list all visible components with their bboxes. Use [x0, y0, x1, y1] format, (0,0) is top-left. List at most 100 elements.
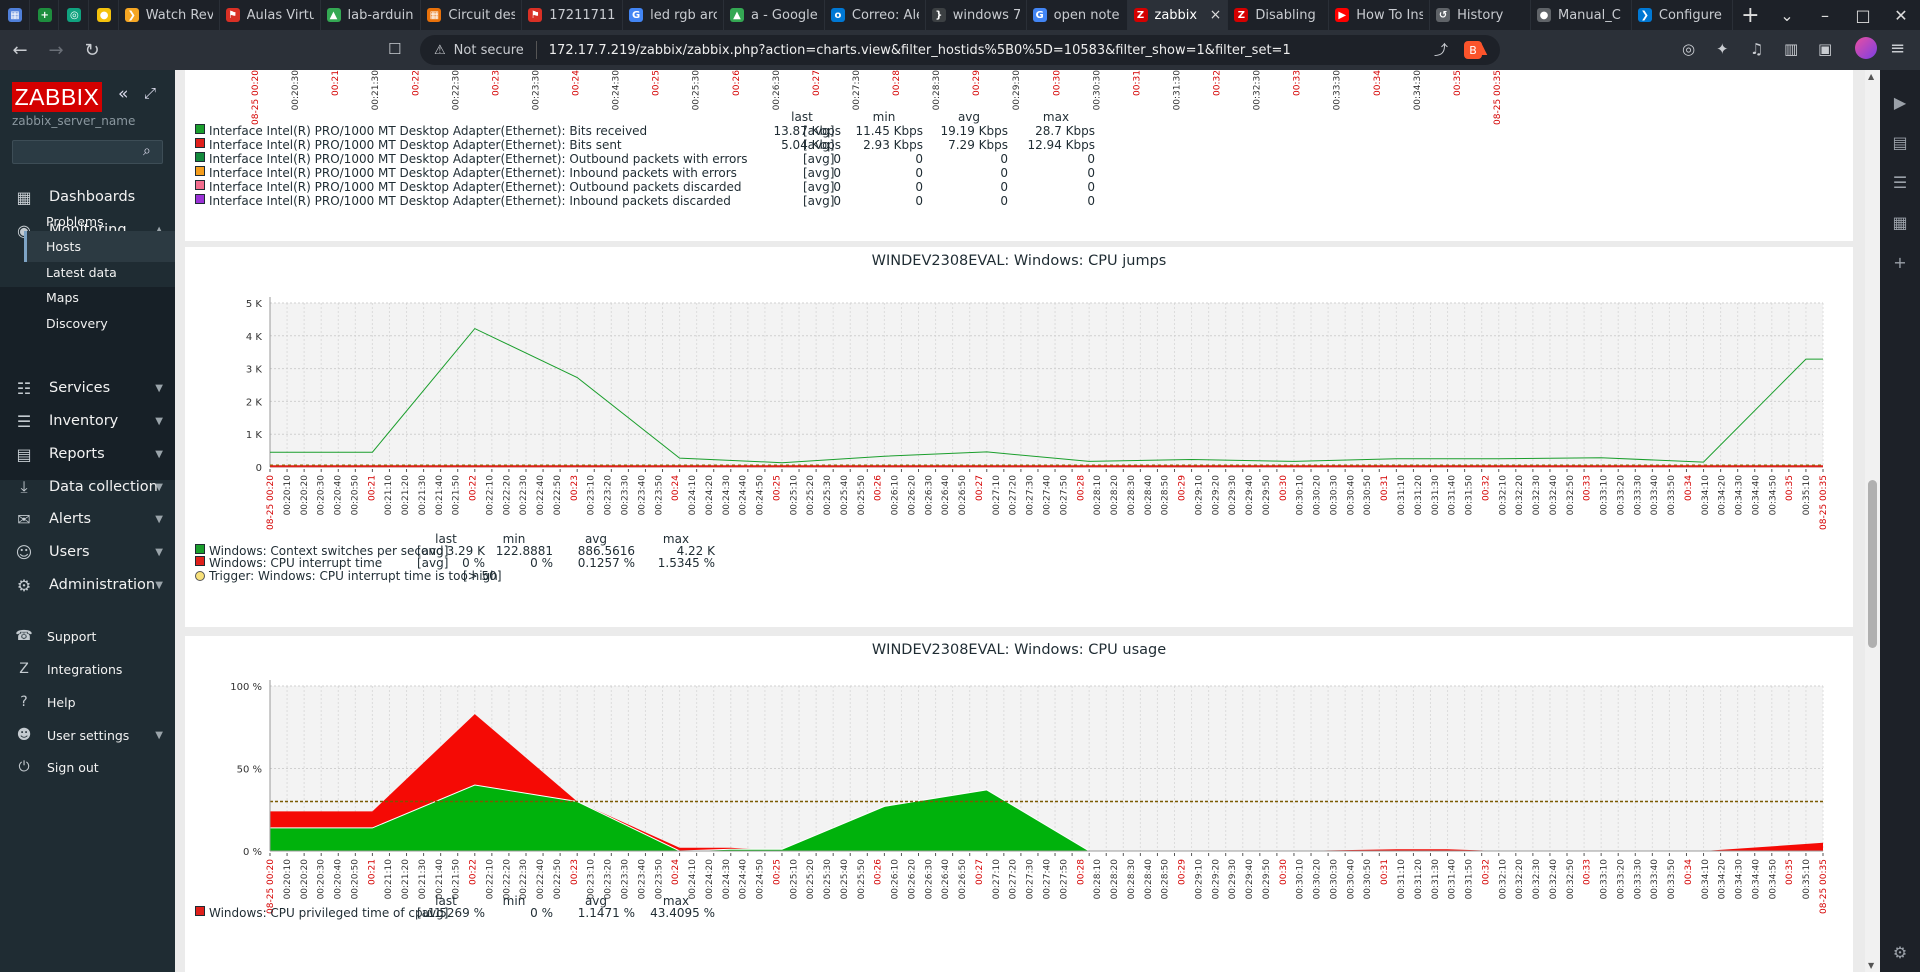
sidebar-item-administration[interactable]: ⚙ Administration ▼ — [0, 565, 175, 605]
browser-tab[interactable]: ▲ a - Google — [724, 0, 825, 30]
reload-button[interactable]: ↻ — [76, 34, 108, 66]
kiosk-mode-icon[interactable]: ⤢ — [144, 84, 156, 102]
profile-avatar[interactable] — [1855, 37, 1877, 59]
zabbix-logo[interactable]: ZABBIX — [12, 82, 102, 112]
page-scrollbar[interactable]: ▲ ▼ — [1865, 70, 1880, 972]
browser-tab[interactable]: ⚑ 17211711712 — [522, 0, 624, 30]
scroll-thumb[interactable] — [1868, 480, 1877, 648]
collapse-sidebar-icon[interactable]: « — [118, 84, 128, 104]
x-tick-label: 00:27 — [812, 70, 822, 96]
network-graph-panel: 08-25 00:20 00:20:30 00:21 00:21:30 00:22 00:… — [185, 70, 1853, 241]
x-tick-label: 00:32:50 — [1566, 859, 1576, 900]
legend-item-name: Windows: CPU interrupt time — [209, 556, 383, 570]
legend-item[interactable]: Interface Intel(R) PRO/1000 MT Desktop A… — [185, 180, 1185, 194]
legend-item[interactable]: Interface Intel(R) PRO/1000 MT Desktop A… — [185, 138, 1185, 152]
scroll-down-arrow[interactable]: ▼ — [1868, 961, 1874, 970]
x-tick-label: 00:21 — [367, 475, 377, 501]
x-tick-label: 00:22:30 — [519, 475, 529, 516]
browser-tab[interactable]: ◎ — [59, 0, 90, 30]
tab-list-icon[interactable]: ⌄ — [1768, 6, 1806, 25]
browser-tab[interactable]: ⚑ Aulas Virtu — [220, 0, 321, 30]
media-icon[interactable]: ♫ — [1750, 40, 1763, 58]
vscode-icon: ❯ — [1637, 8, 1652, 22]
add-panel-icon[interactable]: + — [1893, 242, 1906, 282]
brave-rewards-icon[interactable]: ▲ — [1475, 38, 1487, 57]
y-tick-label: 1 K — [246, 430, 263, 441]
url-text[interactable]: 172.17.7.219/zabbix/zabbix.php?action=ch… — [549, 43, 1291, 58]
browser-tab[interactable]: + — [30, 0, 60, 30]
x-tick-label: 00:28:30 — [932, 70, 942, 110]
chatgpt-icon: ◎ — [67, 8, 82, 22]
browser-tab[interactable]: ▦ — [0, 0, 30, 30]
wallet-icon[interactable]: ▣ — [1818, 40, 1832, 58]
minimize-icon[interactable]: – — [1806, 6, 1844, 25]
legend-item-min: 11.45 Kbps — [855, 124, 923, 138]
bookmarks-icon[interactable]: ☰ — [1893, 162, 1907, 202]
browser-tab[interactable]: ❯ Configure — [1632, 0, 1733, 30]
sidebar-toggle-icon[interactable]: ▥ — [1784, 40, 1798, 58]
legend-item[interactable]: Interface Intel(R) PRO/1000 MT Desktop A… — [185, 152, 1185, 166]
scroll-up-arrow[interactable]: ▲ — [1868, 72, 1874, 81]
gear-icon[interactable]: ⚙ — [1893, 943, 1907, 962]
browser-tab[interactable]: Z Disabling — [1228, 0, 1330, 30]
extensions-icon[interactable]: ✦ — [1716, 40, 1729, 58]
browser-tab[interactable]: ● — [89, 0, 119, 30]
brackets-icon: } — [931, 8, 946, 22]
bookmark-icon[interactable]: ☐ — [388, 40, 401, 58]
back-button[interactable]: ← — [4, 34, 36, 66]
browser-tab[interactable]: ❯ Watch Reve — [119, 0, 220, 30]
legend-item[interactable]: Interface Intel(R) PRO/1000 MT Desktop A… — [185, 194, 1185, 208]
menu-icon[interactable]: ≡ — [1890, 38, 1905, 59]
x-tick-label: 00:27:30 — [852, 70, 862, 110]
trigger-value: [> 50] — [463, 569, 502, 583]
sidebar-search-input[interactable] — [12, 140, 163, 164]
x-tick-label: 00:29:30 — [1228, 475, 1238, 516]
cpu-jumps-chart[interactable]: 0 1 K 2 K 3 K 4 K 5 K 08-25 00:20 00:20:10 00:20… — [185, 247, 1853, 567]
browser-tab[interactable]: o Correo: Ale — [825, 0, 926, 30]
browser-tab[interactable]: ▶ How To Ins — [1329, 0, 1431, 30]
search-icon[interactable]: ⌕ — [143, 143, 151, 159]
browser-tab[interactable]: Zzabbix × — [1127, 0, 1229, 30]
close-tab-icon[interactable]: × — [1210, 7, 1222, 23]
legend-item[interactable]: Windows: CPU privileged time of cpu 1 [av… — [185, 906, 1185, 920]
submenu-item-discovery[interactable]: Discovery — [24, 308, 175, 339]
wallet-icon[interactable]: ▤ — [1892, 122, 1907, 162]
browser-tab[interactable]: Gopen note — [1027, 0, 1128, 30]
services-icon: ☷ — [16, 378, 32, 398]
x-tick-label: 00:30 — [1279, 475, 1289, 501]
sidebar-item-sign-out[interactable]: ⏻ Sign out — [0, 747, 175, 787]
x-tick-label: 00:25 — [772, 475, 782, 501]
reading-list-icon[interactable]: ▦ — [1892, 202, 1907, 242]
x-tick-label: 00:32 — [1213, 70, 1223, 96]
x-tick-label: 00:25 — [772, 859, 782, 885]
browser-tab[interactable]: ▲ lab-arduin — [321, 0, 422, 30]
browser-tab[interactable]: ↺ History — [1430, 0, 1531, 30]
close-window-icon[interactable]: ✕ — [1882, 6, 1920, 25]
sidebar-item-label: Inventory — [49, 413, 119, 429]
video-icon[interactable]: ▶ — [1894, 82, 1906, 122]
vpn-icon[interactable]: ◎ — [1682, 40, 1695, 58]
zabbix-icon: Z — [1133, 8, 1148, 22]
new-tab-button[interactable]: + — [1733, 0, 1768, 30]
address-bar[interactable]: ⚠ Not secure 172.17.7.219/zabbix/zabbix.… — [420, 35, 1500, 65]
forward-button[interactable]: → — [40, 34, 72, 66]
maximize-icon[interactable]: □ — [1844, 6, 1882, 25]
browser-tab[interactable]: ▦ Circuit des — [421, 0, 523, 30]
legend-trigger[interactable]: Trigger: Windows: CPU interrupt time is … — [185, 569, 785, 583]
legend-item[interactable]: Interface Intel(R) PRO/1000 MT Desktop A… — [185, 124, 1185, 138]
browser-tab[interactable]: } windows 7 — [926, 0, 1027, 30]
not-secure-label: Not secure — [453, 42, 524, 58]
x-tick-label: 00:26:20 — [907, 475, 917, 516]
browser-tab[interactable]: Gled rgb arc — [623, 0, 724, 30]
legend-item-last: 0 % — [462, 556, 485, 570]
legend-item[interactable]: Windows: CPU interrupt time [avg] 0 % 0 % 0.… — [185, 556, 1185, 570]
share-icon[interactable]: ⤴ — [1434, 40, 1448, 60]
legend-item-min: 0 — [915, 166, 923, 180]
x-tick-label: 00:23:30 — [531, 70, 541, 110]
x-tick-label: 00:30:10 — [1296, 475, 1306, 516]
legend-item[interactable]: Interface Intel(R) PRO/1000 MT Desktop A… — [185, 166, 1185, 180]
x-tick-label: 00:33:40 — [1650, 859, 1660, 900]
x-tick-label: 00:23:40 — [637, 475, 647, 516]
tab-label: a - Google — [751, 7, 818, 23]
browser-tab[interactable]: ● Manual_C — [1531, 0, 1632, 30]
